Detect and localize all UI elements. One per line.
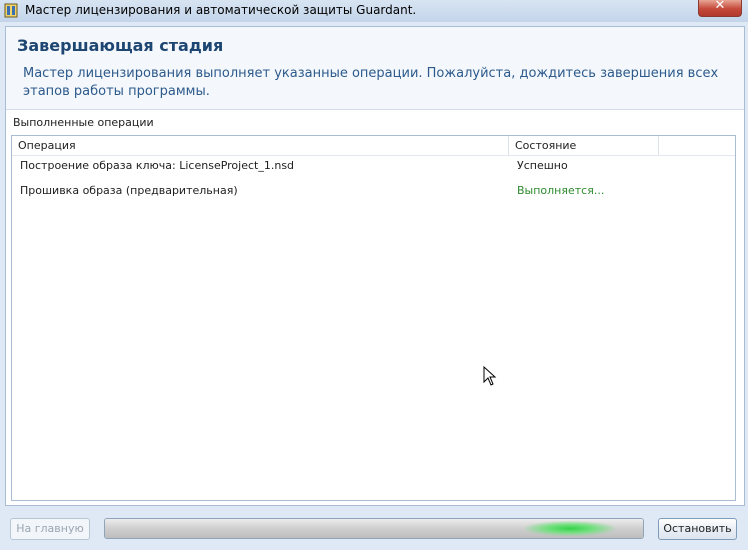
progress-bar (104, 518, 644, 539)
status-cell: Успешно (517, 159, 568, 172)
close-icon: ✕ (714, 0, 726, 13)
table-row[interactable]: Прошивка образа (предварительная) Выполн… (12, 181, 735, 203)
page-description: Мастер лицензирования выполняет указанны… (23, 66, 719, 99)
list-header: Операция Состояние (12, 136, 735, 156)
progress-indicator (525, 521, 615, 536)
stop-button[interactable]: Остановить (658, 518, 737, 540)
operations-list[interactable]: Операция Состояние Построение образа клю… (11, 135, 736, 501)
operation-cell: Прошивка образа (предварительная) (20, 184, 238, 197)
status-cell-running: Выполняется... (517, 184, 605, 197)
title-bar[interactable]: Мастер лицензирования и автоматической з… (0, 0, 748, 22)
wizard-content: Завершающая стадия Мастер лицензирования… (5, 26, 745, 506)
table-row[interactable]: Построение образа ключа: LicenseProject_… (12, 156, 735, 178)
column-header-operation[interactable]: Операция (12, 136, 509, 155)
column-header-empty[interactable] (659, 136, 735, 155)
guardant-app-icon (4, 3, 18, 18)
page-title: Завершающая стадия (17, 36, 224, 55)
column-header-status[interactable]: Состояние (509, 136, 659, 155)
mouse-cursor-icon (483, 366, 497, 386)
close-button[interactable]: ✕ (698, 0, 742, 17)
operations-label: Выполненные операции (13, 116, 154, 129)
operation-cell: Построение образа ключа: LicenseProject_… (20, 159, 295, 172)
home-button[interactable]: На главную (10, 518, 90, 540)
window-title: Мастер лицензирования и автоматической з… (25, 3, 417, 17)
header-band: Завершающая стадия Мастер лицензирования… (6, 27, 744, 110)
